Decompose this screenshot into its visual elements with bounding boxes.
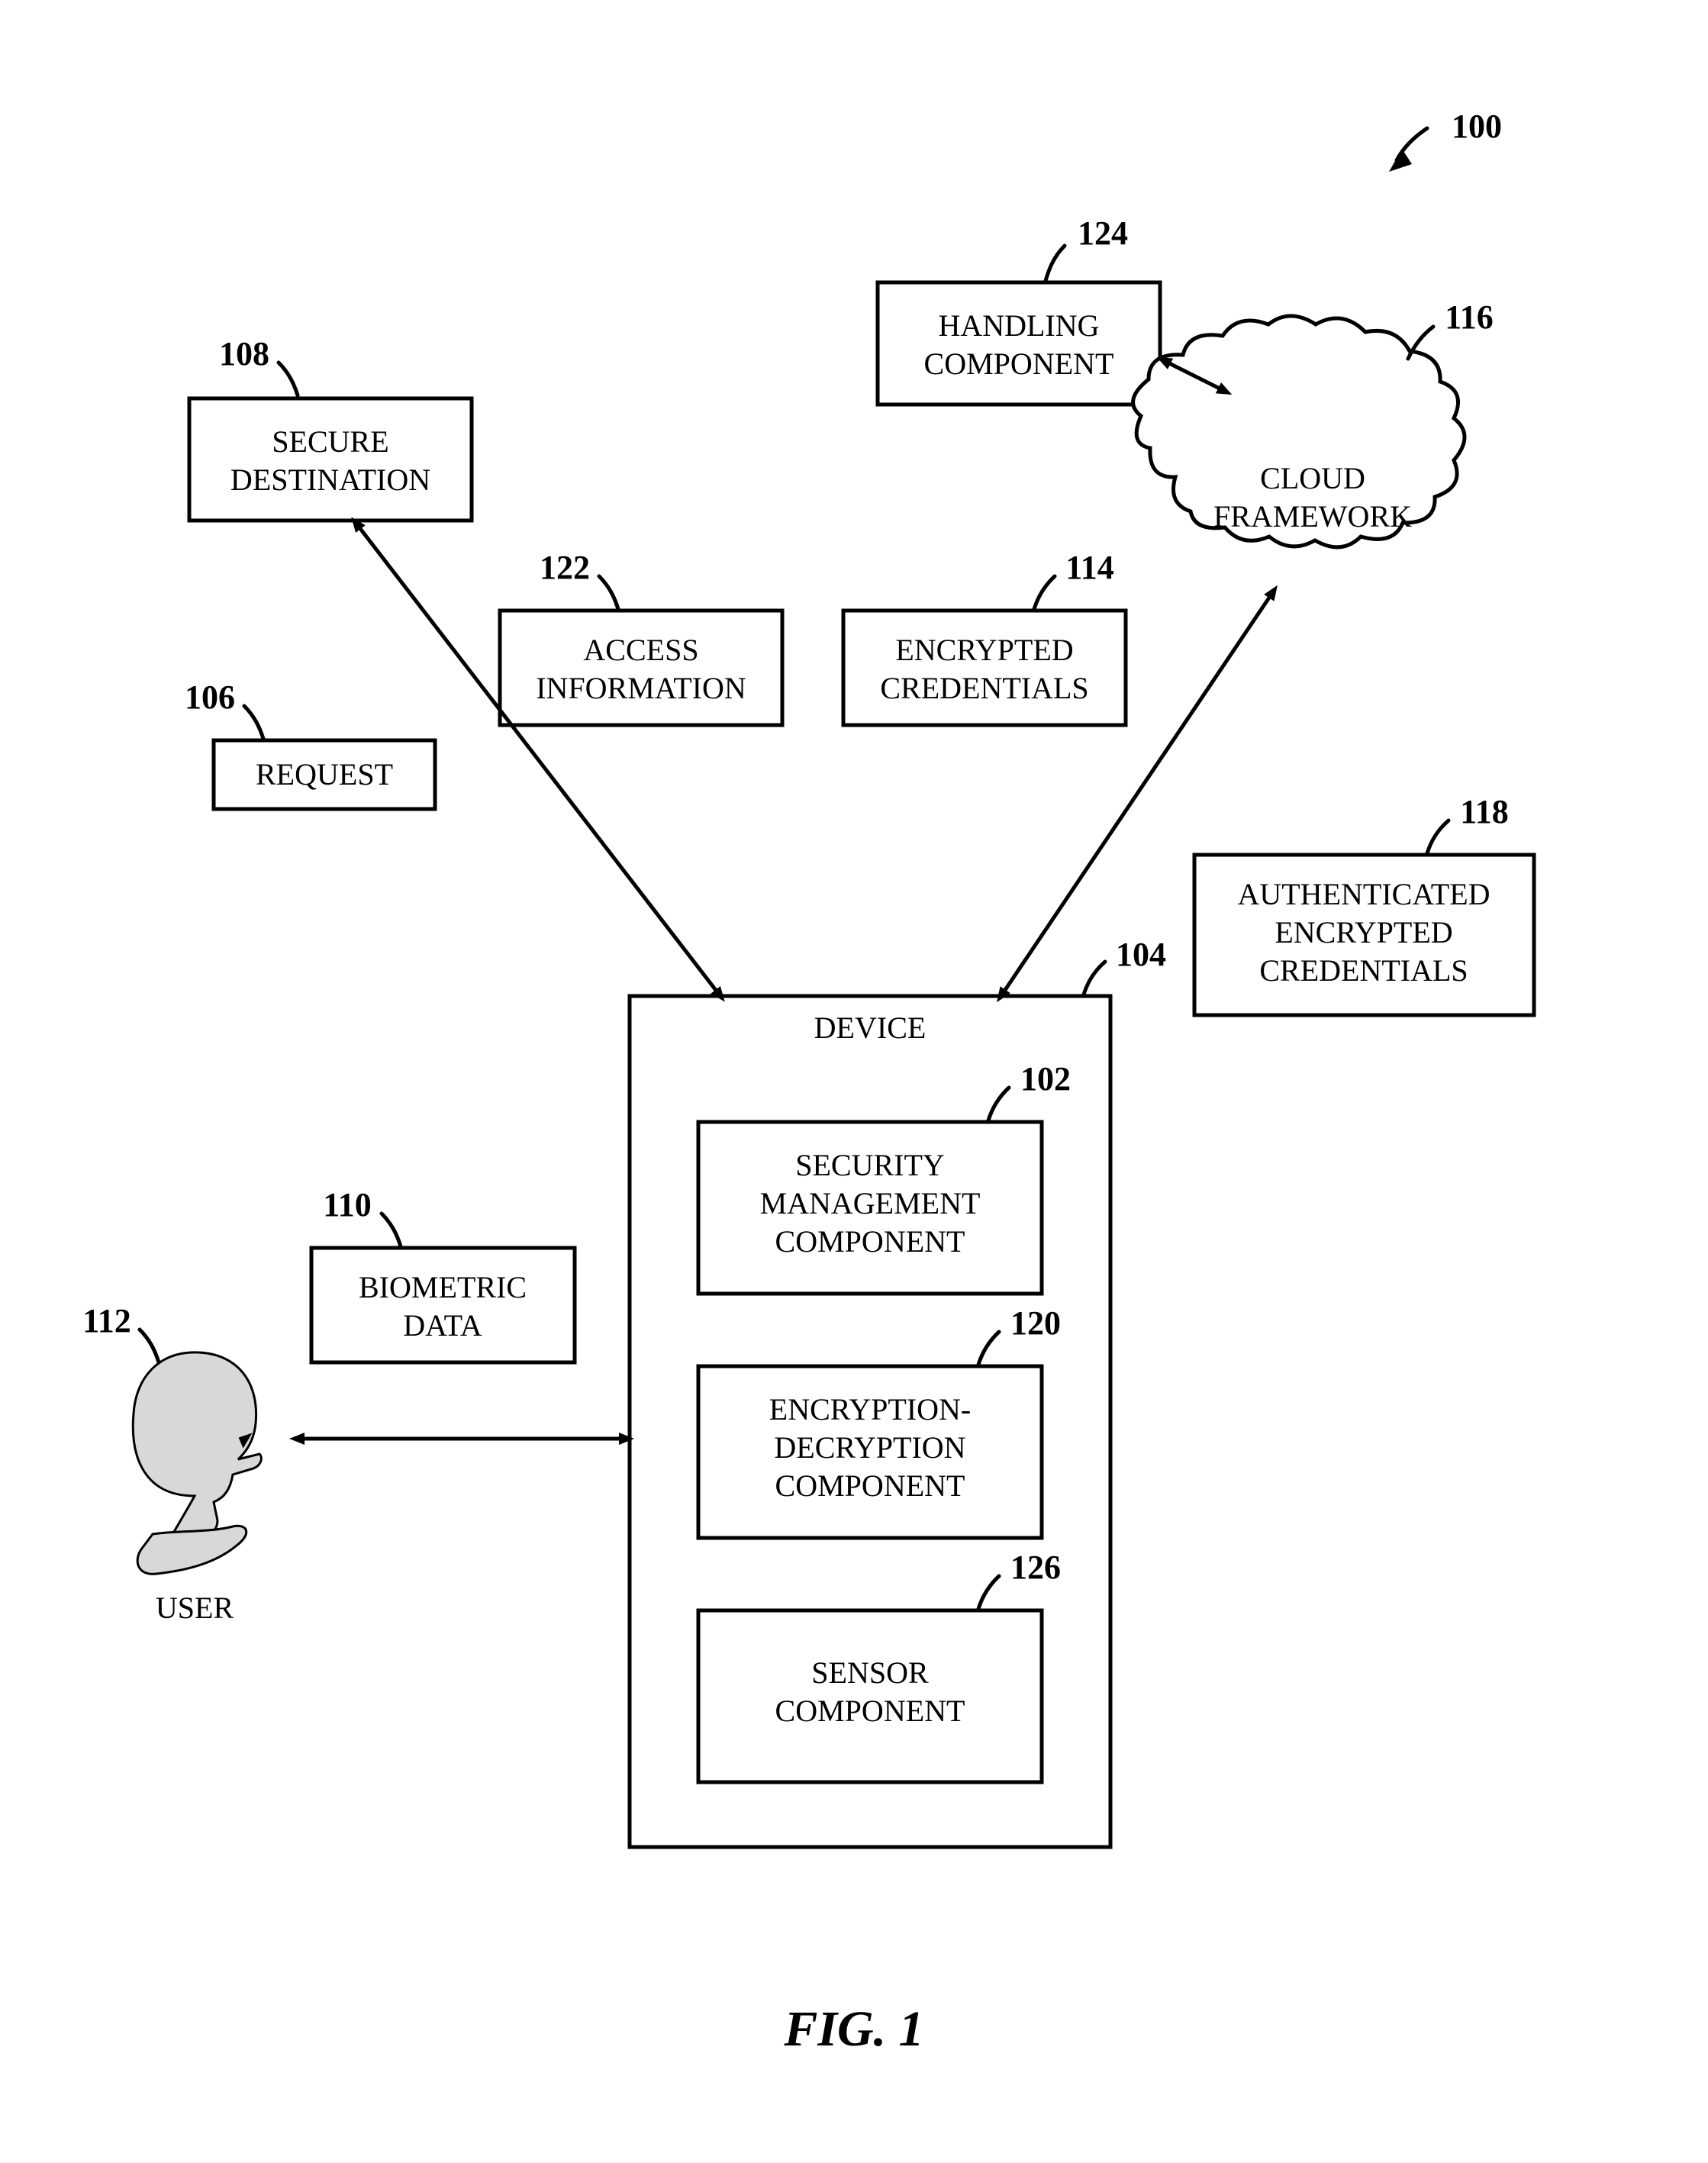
cloud-ref: 116 <box>1445 298 1494 336</box>
svg-text:MANAGEMENT: MANAGEMENT <box>760 1186 981 1220</box>
access-information-ref: 122 <box>540 549 590 586</box>
request-ref: 106 <box>185 679 235 716</box>
secure-destination-box: SECURE DESTINATION 108 <box>189 335 472 521</box>
authenticated-encrypted-credentials-box: AUTHENTICATED ENCRYPTED CREDENTIALS 118 <box>1194 793 1534 1015</box>
biometric-data-box: BIOMETRIC DATA 110 <box>311 1186 575 1362</box>
svg-text:FRAMEWORK: FRAMEWORK <box>1213 499 1412 533</box>
user-icon: USER 112 <box>82 1302 261 1625</box>
svg-text:DEVICE: DEVICE <box>814 1011 927 1045</box>
user-ref: 112 <box>82 1302 131 1339</box>
svg-text:SECURE: SECURE <box>272 424 388 459</box>
svg-text:REQUEST: REQUEST <box>256 757 393 791</box>
svg-text:COMPONENT: COMPONENT <box>775 1694 965 1728</box>
security-mgmt-ref: 102 <box>1020 1060 1071 1098</box>
device-ref: 104 <box>1116 936 1166 973</box>
sensor-ref: 126 <box>1010 1549 1061 1586</box>
access-information-box: ACCESS INFORMATION 122 <box>500 549 782 725</box>
svg-text:CREDENTIALS: CREDENTIALS <box>1259 953 1468 988</box>
svg-text:INFORMATION: INFORMATION <box>536 671 746 705</box>
svg-text:CREDENTIALS: CREDENTIALS <box>880 671 1088 705</box>
enc-dec-ref: 120 <box>1010 1304 1061 1342</box>
biometric-ref: 110 <box>323 1186 372 1223</box>
encrypted-credentials-ref: 114 <box>1065 549 1114 586</box>
secure-destination-ref: 108 <box>219 335 269 372</box>
svg-text:ACCESS: ACCESS <box>583 633 698 667</box>
svg-text:COMPONENT: COMPONENT <box>775 1468 965 1503</box>
svg-text:ENCRYPTED: ENCRYPTED <box>895 633 1073 667</box>
user-label: USER <box>156 1591 234 1625</box>
encrypted-credentials-box: ENCRYPTED CREDENTIALS 114 <box>843 549 1126 725</box>
svg-text:CLOUD: CLOUD <box>1260 461 1365 495</box>
diagram-ref-number: 100 <box>1452 108 1502 145</box>
svg-text:COMPONENT: COMPONENT <box>775 1224 965 1259</box>
svg-text:DATA: DATA <box>403 1308 482 1343</box>
request-box: REQUEST 106 <box>185 679 435 809</box>
svg-text:AUTHENTICATED: AUTHENTICATED <box>1237 877 1490 911</box>
svg-text:DECRYPTION: DECRYPTION <box>774 1430 965 1465</box>
cloud-framework: CLOUD FRAMEWORK 116 <box>1133 298 1494 547</box>
svg-text:COMPONENT: COMPONENT <box>924 347 1114 381</box>
svg-text:DESTINATION: DESTINATION <box>230 463 430 497</box>
svg-text:SECURITY: SECURITY <box>795 1148 945 1182</box>
svg-text:SENSOR: SENSOR <box>811 1655 929 1690</box>
handling-component-ref: 124 <box>1078 214 1128 252</box>
svg-text:HANDLING: HANDLING <box>938 308 1099 343</box>
auth-enc-cred-ref: 118 <box>1460 793 1509 830</box>
handling-component-box: HANDLING COMPONENT 124 <box>878 214 1160 405</box>
svg-text:BIOMETRIC: BIOMETRIC <box>359 1270 527 1304</box>
diagram-ref: 100 <box>1389 108 1502 172</box>
figure-caption: FIG. 1 <box>783 2001 923 2057</box>
svg-text:ENCRYPTED: ENCRYPTED <box>1275 915 1452 949</box>
svg-text:ENCRYPTION-: ENCRYPTION- <box>769 1392 971 1426</box>
